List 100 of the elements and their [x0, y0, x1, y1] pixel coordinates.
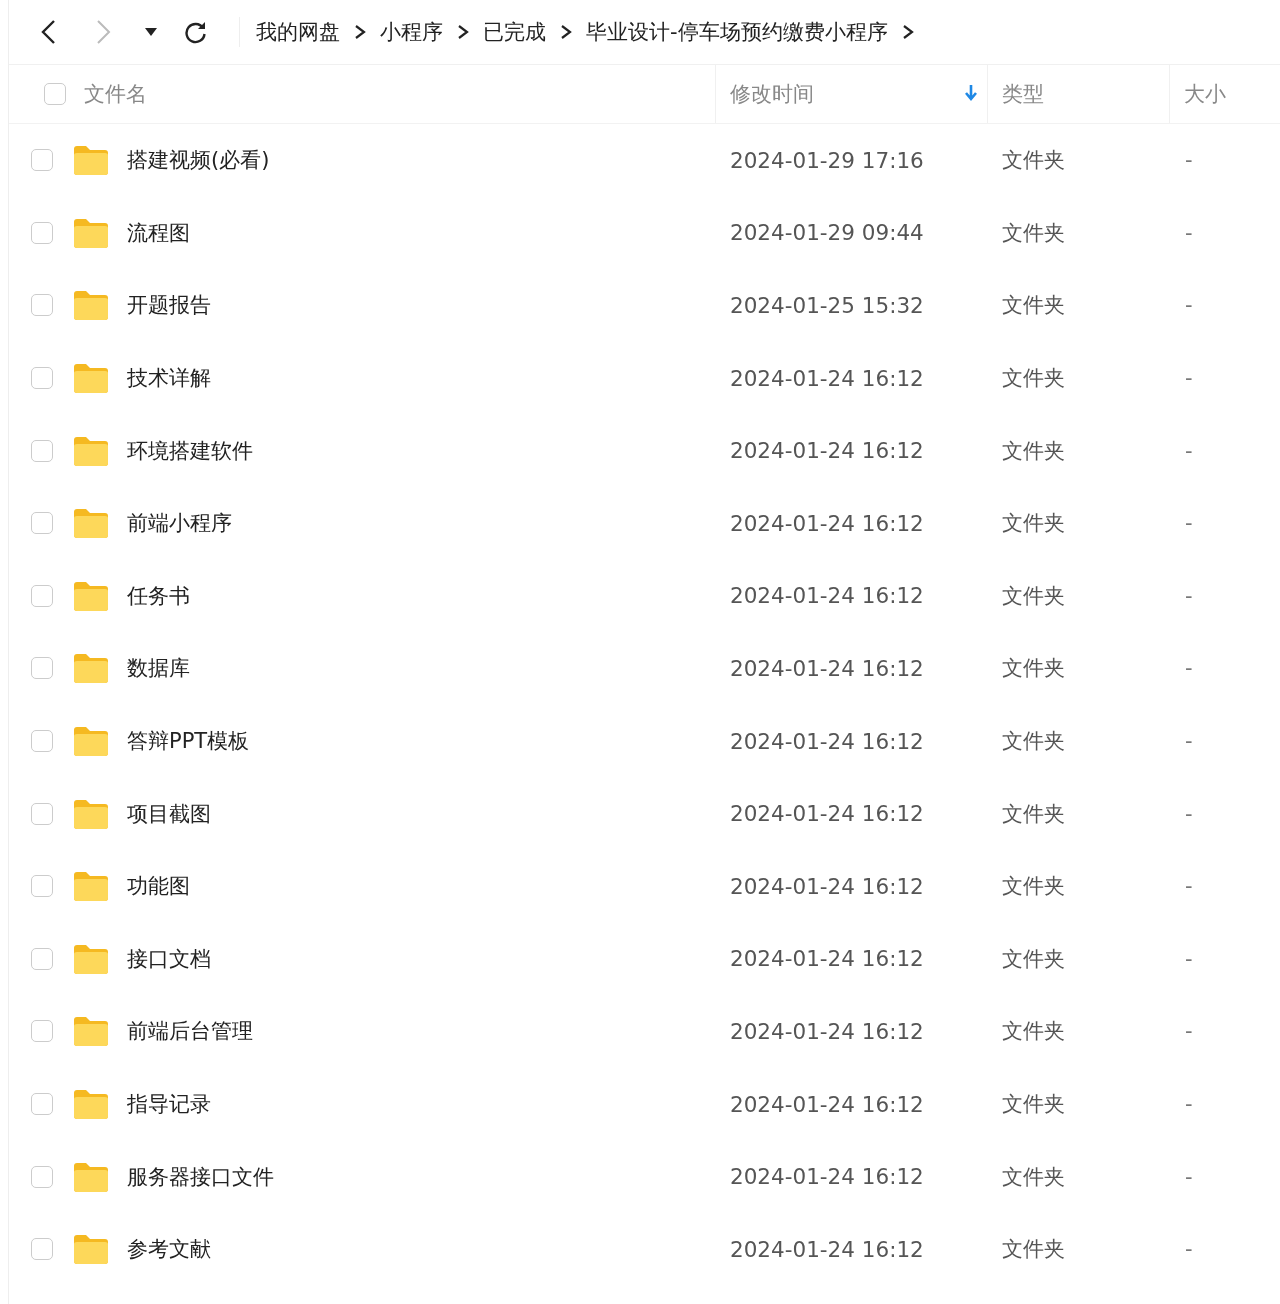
folder-icon — [72, 797, 110, 830]
chevron-icon — [354, 24, 366, 40]
file-type: 文件夹 — [1001, 655, 1066, 683]
file-name[interactable]: 前端小程序 — [127, 509, 232, 538]
file-name[interactable]: 功能图 — [127, 872, 190, 901]
modified-time: 2024-01-24 16:12 — [729, 510, 925, 536]
file-size: - — [1184, 656, 1194, 681]
file-name[interactable]: 接口文档 — [127, 944, 211, 973]
file-name[interactable]: 指导记录 — [127, 1090, 211, 1118]
file-type: 文件夹 — [1001, 728, 1066, 756]
breadcrumb-link[interactable]: 我的网盘 — [256, 18, 340, 46]
file-type: 文件夹 — [1001, 1236, 1066, 1264]
file-type: 文件夹 — [1001, 800, 1066, 828]
file-size: - — [1184, 220, 1194, 245]
file-type: 文件夹 — [1001, 945, 1066, 973]
folder-icon — [72, 579, 110, 612]
file-size: - — [1184, 511, 1194, 536]
folder-icon — [72, 362, 110, 395]
folder-icon — [72, 725, 110, 758]
sort-arrow-icon[interactable] — [965, 85, 977, 103]
breadcrumb-link[interactable]: 毕业设计-停车场预约缴费小程序 — [586, 18, 888, 46]
folder-icon — [72, 289, 110, 322]
file-size: - — [1184, 438, 1194, 463]
modified-time: 2024-01-24 16:12 — [729, 365, 925, 391]
chevron-right-icon — [96, 19, 112, 45]
checkbox[interactable] — [31, 584, 53, 607]
checkbox[interactable] — [31, 875, 53, 898]
file-size: - — [1184, 729, 1194, 754]
checkbox[interactable] — [31, 149, 53, 172]
breadcrumb-link[interactable]: 已完成 — [483, 18, 546, 46]
file-size: - — [1184, 1164, 1194, 1189]
column-header[interactable]: 修改时间 — [730, 80, 814, 108]
file-name[interactable]: 开题报告 — [127, 291, 211, 320]
checkbox[interactable] — [31, 439, 53, 462]
folder-icon — [72, 652, 110, 685]
modified-time: 2024-01-24 16:12 — [729, 728, 925, 754]
checkbox[interactable] — [31, 1238, 53, 1261]
checkbox[interactable] — [31, 730, 53, 753]
modified-time: 2024-01-24 16:12 — [729, 1091, 925, 1117]
file-type: 文件夹 — [1001, 437, 1066, 465]
folder-icon — [72, 1233, 110, 1266]
folder-icon — [72, 507, 110, 540]
file-name[interactable]: 流程图 — [127, 218, 190, 247]
checkbox[interactable] — [44, 83, 66, 105]
folder-icon — [72, 216, 110, 249]
checkbox[interactable] — [31, 1020, 53, 1043]
modified-time: 2024-01-24 16:12 — [729, 946, 925, 972]
chevron-icon — [560, 24, 572, 40]
file-size: - — [1184, 946, 1194, 971]
file-name[interactable]: 项目截图 — [127, 799, 211, 828]
file-name[interactable]: 前端后台管理 — [127, 1017, 253, 1046]
file-name[interactable]: 搭建视频(必看) — [127, 146, 270, 175]
modified-time: 2024-01-24 16:12 — [729, 873, 925, 899]
file-name[interactable]: 答辩PPT模板 — [127, 727, 250, 756]
folder-icon — [72, 1160, 110, 1193]
column-header[interactable]: 类型 — [1002, 80, 1044, 108]
file-type: 文件夹 — [1001, 147, 1066, 175]
breadcrumb-link[interactable]: 小程序 — [380, 18, 443, 46]
file-type: 文件夹 — [1001, 1163, 1066, 1191]
modified-time: 2024-01-24 16:12 — [729, 1236, 925, 1262]
file-type: 文件夹 — [1001, 365, 1066, 393]
modified-time: 2024-01-29 17:16 — [729, 147, 925, 173]
checkbox[interactable] — [31, 802, 53, 825]
checkbox[interactable] — [31, 657, 53, 680]
file-size: - — [1184, 366, 1194, 391]
file-name[interactable]: 服务器接口文件 — [127, 1162, 274, 1191]
checkbox[interactable] — [31, 1093, 53, 1115]
file-size: - — [1184, 293, 1194, 318]
checkbox[interactable] — [31, 294, 53, 317]
modified-time: 2024-01-25 15:32 — [729, 293, 925, 318]
file-type: 文件夹 — [1001, 219, 1066, 247]
file-size: - — [1184, 148, 1194, 173]
column-header[interactable]: 文件名 — [84, 80, 147, 108]
checkbox[interactable] — [31, 947, 53, 970]
chevron-icon — [457, 24, 469, 40]
folder-icon — [72, 1015, 110, 1048]
file-type: 文件夹 — [1001, 292, 1066, 320]
modified-time: 2024-01-24 16:12 — [729, 801, 925, 827]
caret-down-icon — [145, 28, 157, 36]
checkbox[interactable] — [31, 221, 53, 244]
checkbox[interactable] — [31, 512, 53, 535]
file-size: - — [1184, 1092, 1194, 1116]
file-name[interactable]: 任务书 — [127, 581, 190, 610]
column-header[interactable]: 大小 — [1184, 80, 1226, 108]
checkbox[interactable] — [31, 1165, 53, 1188]
file-name[interactable]: 技术详解 — [127, 364, 211, 393]
file-size: - — [1184, 583, 1194, 608]
modified-time: 2024-01-24 16:12 — [729, 1164, 925, 1190]
file-name[interactable]: 数据库 — [127, 654, 190, 683]
file-type: 文件夹 — [1001, 510, 1066, 538]
file-size: - — [1184, 874, 1194, 899]
checkbox[interactable] — [31, 367, 53, 390]
file-name[interactable]: 环境搭建软件 — [127, 436, 253, 465]
folder-icon — [72, 942, 110, 975]
file-type: 文件夹 — [1001, 873, 1066, 901]
file-name[interactable]: 参考文献 — [127, 1235, 211, 1264]
file-size: - — [1184, 1237, 1194, 1262]
folder-icon — [72, 434, 110, 467]
file-size: - — [1184, 1019, 1194, 1044]
chevron-left-icon — [40, 19, 56, 45]
